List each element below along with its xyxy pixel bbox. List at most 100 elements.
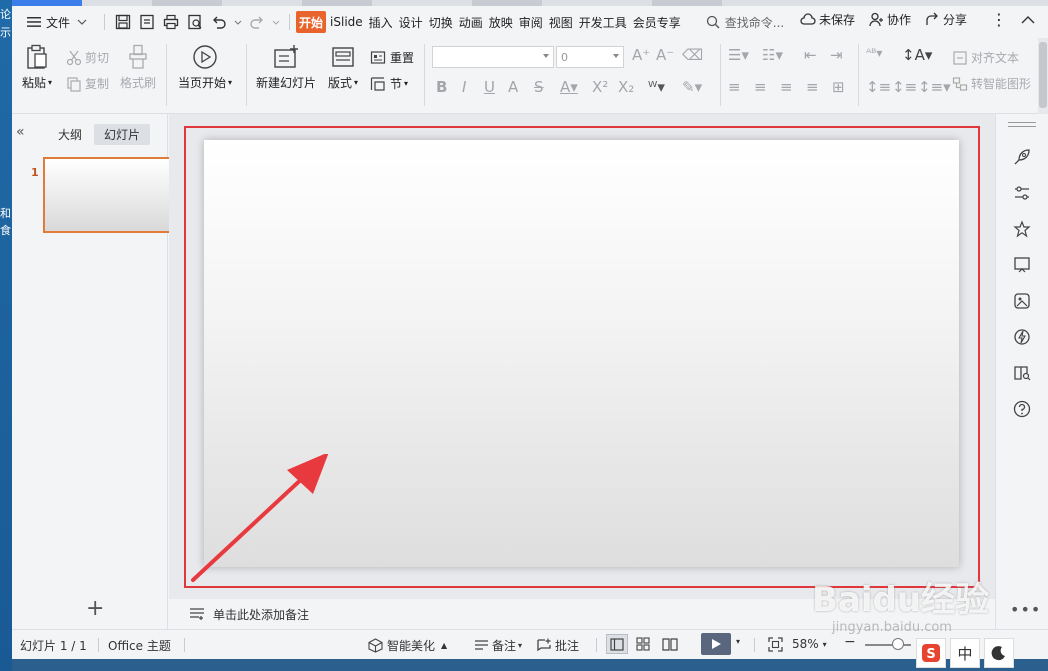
slide-sorter-icon[interactable] xyxy=(636,637,650,651)
tab-slideshow[interactable]: 放映 xyxy=(487,11,515,33)
bullet-list-icon[interactable]: ☰▾ xyxy=(728,46,749,64)
share-button[interactable]: 分享 xyxy=(925,11,967,28)
print-preview-icon[interactable] xyxy=(186,13,204,31)
image-gallery-icon[interactable] xyxy=(1011,290,1033,312)
normal-view-icon[interactable] xyxy=(606,634,628,654)
ribbon-scrollbar-thumb[interactable] xyxy=(1039,42,1047,108)
tab-slides[interactable]: 幻灯片 xyxy=(94,124,151,145)
copy-button[interactable]: 复制 xyxy=(66,75,109,92)
fit-window-icon[interactable] xyxy=(768,637,783,652)
transition-icon[interactable] xyxy=(1011,254,1033,276)
moon-icon[interactable] xyxy=(984,638,1014,668)
superscript-icon[interactable]: X² xyxy=(592,78,608,96)
subscript-icon[interactable]: X₂ xyxy=(618,78,634,96)
play-from-current-button[interactable]: 当页开始 ▾ xyxy=(178,44,232,91)
text-spacing-icon[interactable]: ᴬᴮ▾ xyxy=(866,46,882,60)
smart-beautify-button[interactable]: 智能美化 ▲ xyxy=(368,637,447,654)
zoom-out-icon[interactable]: − xyxy=(844,634,856,650)
notes-bar[interactable]: 单击此处添加备注 xyxy=(169,599,995,629)
unsaved-status-button[interactable]: 未保存 xyxy=(800,11,855,28)
collaborate-button[interactable]: 协作 xyxy=(869,11,911,28)
smart-graphic-button[interactable]: 转智能图形 xyxy=(952,75,1031,92)
undo-dropdown-icon[interactable] xyxy=(234,13,242,31)
align-right-icon[interactable]: ≡ xyxy=(780,78,793,96)
zoom-slider[interactable] xyxy=(865,644,911,646)
section-button[interactable]: 节 ▾ xyxy=(370,75,408,92)
text-direction-icon[interactable]: ↕A▾ xyxy=(902,46,932,64)
help-icon[interactable] xyxy=(1011,398,1033,420)
sogou-ime-icon[interactable]: S xyxy=(916,638,946,668)
font-size-combo[interactable]: 0 xyxy=(556,46,624,68)
notes-toggle-button[interactable]: 备注 ▾ xyxy=(474,637,522,654)
phonetic-guide-icon[interactable]: ᵂ▾ xyxy=(648,78,665,96)
collapse-ribbon-icon[interactable] xyxy=(1021,15,1038,24)
clear-format-icon[interactable]: ⌫ xyxy=(682,46,703,64)
distribute-icon[interactable]: ⊞ xyxy=(832,78,845,96)
paste-button[interactable]: 粘贴 ▾ xyxy=(22,44,52,91)
tab-transition[interactable]: 切换 xyxy=(427,11,455,33)
bold-icon[interactable]: B xyxy=(436,78,447,96)
highlight-icon[interactable]: ✎▾ xyxy=(682,78,702,96)
tab-insert[interactable]: 插入 xyxy=(367,11,395,33)
redo-icon[interactable] xyxy=(248,13,266,31)
tab-home[interactable]: 开始 xyxy=(296,11,327,33)
tab-member[interactable]: 会员专享 xyxy=(631,11,683,33)
line-spacing-icon[interactable]: ↕≡ xyxy=(866,78,891,96)
lightning-icon[interactable] xyxy=(1011,326,1033,348)
rocket-icon[interactable] xyxy=(1011,146,1033,168)
reset-button[interactable]: 重置 xyxy=(370,49,414,66)
more-options-icon[interactable]: ⋮ xyxy=(991,10,1007,29)
tab-developer[interactable]: 开发工具 xyxy=(577,11,629,33)
decrease-indent-icon[interactable]: ⇤ xyxy=(804,46,817,64)
new-slide-button[interactable]: 新建幻灯片 xyxy=(256,44,316,91)
tab-animation[interactable]: 动画 xyxy=(457,11,485,33)
print-icon[interactable] xyxy=(162,13,180,31)
layout-button[interactable]: 版式 ▾ xyxy=(328,44,358,91)
zoom-slider-handle[interactable] xyxy=(892,638,904,650)
italic-icon[interactable]: I xyxy=(462,78,466,96)
play-slideshow-button[interactable] xyxy=(701,633,731,655)
tab-view[interactable]: 视图 xyxy=(547,11,575,33)
collapse-panel-icon[interactable]: « xyxy=(16,124,25,140)
slide-thumbnail[interactable] xyxy=(43,157,174,233)
font-name-combo[interactable] xyxy=(432,46,554,68)
cut-button[interactable]: 剪切 xyxy=(66,49,109,66)
star-animation-icon[interactable] xyxy=(1011,218,1033,240)
tab-islide[interactable]: iSlide xyxy=(328,11,365,33)
text-shadow-icon[interactable]: A xyxy=(508,78,518,96)
add-slide-icon[interactable]: + xyxy=(86,596,104,621)
theme-name[interactable]: Office 主题 xyxy=(108,637,171,654)
decrease-font-icon[interactable]: A⁻ xyxy=(656,46,674,64)
align-text-button[interactable]: 对齐文本 xyxy=(952,49,1019,66)
paragraph-spacing-icon[interactable]: ↕≡ xyxy=(892,78,917,96)
justify-icon[interactable]: ≡ xyxy=(806,78,819,96)
underline-icon[interactable]: U xyxy=(484,78,495,96)
ime-chinese-mode[interactable]: 中 xyxy=(950,638,980,668)
more-horizontal-icon[interactable]: ••• xyxy=(1010,600,1041,619)
redo-dropdown-icon[interactable] xyxy=(272,13,280,31)
strikethrough-icon[interactable]: S xyxy=(534,78,544,96)
command-search[interactable]: 查找命令... xyxy=(701,13,784,31)
font-color-icon[interactable]: A▾ xyxy=(560,78,578,96)
numbered-list-icon[interactable]: ☷▾ xyxy=(762,46,783,64)
undo-icon[interactable] xyxy=(210,13,228,31)
tab-review[interactable]: 审阅 xyxy=(517,11,545,33)
zoom-level[interactable]: 58% ▾ xyxy=(792,637,827,651)
book-search-icon[interactable] xyxy=(1011,362,1033,384)
ribbon-scrollbar[interactable] xyxy=(1038,38,1048,114)
align-center-icon[interactable]: ≡ xyxy=(754,78,767,96)
spacing-options-icon[interactable]: ↕≡▾ xyxy=(918,78,951,96)
slideshow-dropdown-icon[interactable]: ▾ xyxy=(736,637,740,646)
format-painter-button[interactable]: 格式刷 xyxy=(120,44,156,91)
adjust-settings-icon[interactable] xyxy=(1011,182,1033,204)
comments-button[interactable]: 批注 xyxy=(536,637,579,654)
increase-indent-icon[interactable]: ⇥ xyxy=(830,46,843,64)
align-left-icon[interactable]: ≡ xyxy=(728,78,741,96)
file-menu[interactable]: 文件 xyxy=(18,10,98,34)
export-pdf-icon[interactable] xyxy=(138,13,156,31)
tab-outline[interactable]: 大纲 xyxy=(52,124,88,145)
increase-font-icon[interactable]: A⁺ xyxy=(632,46,650,64)
tab-design[interactable]: 设计 xyxy=(397,11,425,33)
save-icon[interactable] xyxy=(114,13,132,31)
reading-view-icon[interactable] xyxy=(662,637,678,651)
